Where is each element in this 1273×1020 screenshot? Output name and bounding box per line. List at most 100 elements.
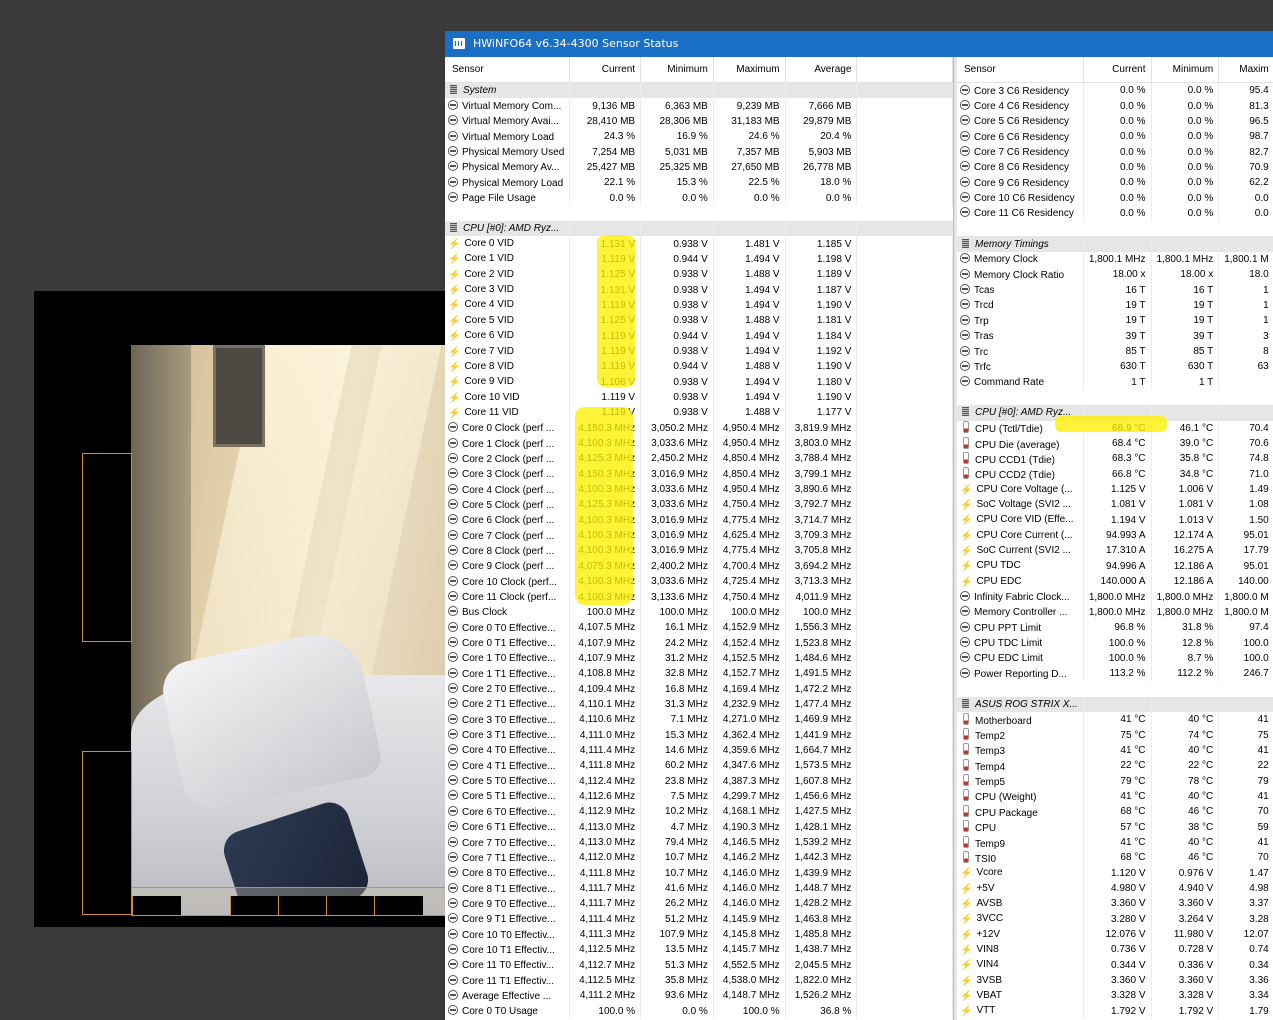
- sensor-row[interactable]: Temp9 41 °C 40 °C 41: [957, 834, 1273, 851]
- sensor-row[interactable]: CPU Package 68 °C 46 °C 70: [957, 804, 1273, 820]
- sensor-row[interactable]: Core 10 T1 Effectiv... 4,112.5 MHz 13.5 MH…: [445, 942, 953, 958]
- title-bar[interactable]: HWiNFO64 v6.34-4300 Sensor Status: [445, 31, 1273, 57]
- sensor-row[interactable]: Tcas 16 T 16 T1: [957, 282, 1273, 298]
- sensor-row[interactable]: Physical Memory Load 22.1 % 15.3 % 22.5 % 18…: [445, 175, 953, 191]
- sensor-row[interactable]: Tras 39 T 39 T3: [957, 328, 1273, 344]
- sensor-row[interactable]: ⚡ Vcore 1.120 V 0.976 V 1.47: [957, 865, 1273, 881]
- sensor-row[interactable]: ⚡Core 6 VID1.119 V0.944 V1.494 V1.184 V: [445, 328, 953, 344]
- sensor-row[interactable]: CPU 57 °C 38 °C 59: [957, 819, 1273, 835]
- sensor-row[interactable]: Core 8 Clock (perf ...4,100.3 MHz3,016.9…: [445, 543, 953, 559]
- sensor-group-row[interactable]: Memory Timings: [957, 236, 1273, 252]
- sensor-row[interactable]: ⚡ CPU TDC 94.996 A 12.186 A 95.01: [957, 558, 1273, 574]
- sensor-row[interactable]: Core 9 T1 Effective... 4,111.4 MHz 51.2 MH…: [445, 911, 953, 927]
- sensor-row[interactable]: Temp5 79 °C 78 °C 79: [957, 773, 1273, 789]
- sensor-pane-left[interactable]: Sensor Current Minimum Maximum Average S…: [445, 57, 953, 1020]
- sensor-row[interactable]: Bus Clock 100.0 MHz 100.0 MHz 100.0 MHz 100.…: [445, 604, 953, 621]
- sensor-row[interactable]: Core 8 C6 Residency 0.0 % 0.0 % 70.9: [957, 159, 1273, 176]
- sensor-row[interactable]: Core 9 Clock (perf ...4,075.3 MHz2,400.2…: [445, 558, 953, 574]
- sensor-row[interactable]: Core 10 C6 Residency 0.0 % 0.0 % 0.0: [957, 190, 1273, 206]
- sensor-row[interactable]: ⚡ Core 10 VID 1.119 V 0.938 V 1.494 V 1.190 V: [445, 389, 953, 406]
- sensor-row[interactable]: Core 3 T1 Effective... 4,111.0 MHz 15.3 MH…: [445, 727, 953, 743]
- column-header-sensor[interactable]: Sensor: [445, 57, 571, 83]
- sensor-row[interactable]: Page File Usage 0.0 % 0.0 % 0.0 % 0.0 %: [445, 190, 953, 206]
- sensor-row[interactable]: CPU PPT Limit 96.8 % 31.8 % 97.4: [957, 620, 1273, 636]
- sensor-row[interactable]: Temp4 22 °C 22 °C 22: [957, 758, 1273, 774]
- sensor-row[interactable]: Core 10 Clock (perf...4,100.3 MHz3,033.6…: [445, 574, 953, 590]
- sensor-row[interactable]: ⚡Core 5 VID1.125 V0.938 V1.488 V1.181 V: [445, 313, 953, 329]
- sensor-row[interactable]: Core 0 T0 Usage 100.0 % 0.0 % 100.0 % 36.8 %: [445, 1003, 953, 1019]
- sensor-row[interactable]: Core 0 Clock (perf ...4,150.3 MHz3,050.2…: [445, 420, 953, 436]
- sensor-row[interactable]: CPU EDC Limit 100.0 % 8.7 % 100.0: [957, 650, 1273, 667]
- sensor-row[interactable]: Trc 85 T 85 T8: [957, 343, 1273, 360]
- sensor-row[interactable]: Trcd 19 T 19 T1: [957, 297, 1273, 314]
- sensor-row[interactable]: Core 11 Clock (perf...4,100.3 MHz3,133.6…: [445, 589, 953, 605]
- sensor-row[interactable]: ⚡Core 11 VID1.119 V0.938 V1.488 V1.177 V: [445, 405, 953, 421]
- sensor-row[interactable]: ⚡ VBAT 3.328 V 3.328 V 3.34: [957, 988, 1273, 1004]
- sensor-row[interactable]: Core 6 C6 Residency 0.0 % 0.0 % 98.7: [957, 129, 1273, 145]
- column-header-average[interactable]: Average: [785, 57, 858, 83]
- sensor-pane-right[interactable]: Sensor Current Minimum Maxim Core 3 C6 R…: [957, 57, 1273, 1020]
- sensor-row[interactable]: Temp3 41 °C 40 °C 41: [957, 742, 1273, 759]
- sensor-row[interactable]: Virtual Memory Load 24.3 % 16.9 % 24.6 % 20.…: [445, 129, 953, 145]
- sensor-row[interactable]: Core 6 T0 Effective... 4,112.9 MHz 10.2 MH…: [445, 804, 953, 820]
- sensor-row[interactable]: ⚡Core 9 VID1.106 V0.938 V1.494 V1.180 V: [445, 374, 953, 390]
- sensor-row[interactable]: ⚡ CPU Core Voltage (... 1.125 V 1.006 V 1.49: [957, 481, 1273, 498]
- sensor-row[interactable]: TSI0 68 °C 46 °C 70: [957, 850, 1273, 866]
- sensor-row[interactable]: ⚡Core 7 VID1.119 V0.938 V1.494 V1.192 V: [445, 343, 953, 360]
- sensor-row[interactable]: Temp2 75 °C 74 °C 75: [957, 727, 1273, 743]
- sensor-row[interactable]: Virtual Memory Com... 9,136 MB 6,363 MB 9,2…: [445, 98, 953, 114]
- sensor-row[interactable]: Core 11 C6 Residency 0.0 % 0.0 % 0.0: [957, 205, 1273, 222]
- column-header-minimum[interactable]: Minimum: [640, 57, 714, 83]
- sensor-row[interactable]: Motherboard 41 °C 40 °C 41: [957, 712, 1273, 728]
- sensor-row[interactable]: Core 0 T0 Effective... 4,107.5 MHz 16.1 MH…: [445, 620, 953, 636]
- sensor-row[interactable]: Core 3 Clock (perf ...4,150.3 MHz3,016.9…: [445, 466, 953, 482]
- sensor-row[interactable]: Core 8 T1 Effective... 4,111.7 MHz 41.6 MH…: [445, 880, 953, 897]
- sensor-row[interactable]: Core 1 T0 Effective... 4,107.9 MHz 31.2 MH…: [445, 650, 953, 667]
- sensor-row[interactable]: Memory Clock Ratio 18.00 x 18.00 x 18.0: [957, 267, 1273, 283]
- column-header-maximum[interactable]: Maxim: [1218, 57, 1273, 83]
- sensor-row[interactable]: Power Reporting D... 113.2 % 112.2 % 246.7: [957, 666, 1273, 682]
- sensor-row[interactable]: ⚡ VIN4 0.344 V 0.336 V 0.34: [957, 957, 1273, 973]
- sensor-row[interactable]: Core 5 T1 Effective... 4,112.6 MHz 7.5 MHz…: [445, 788, 953, 805]
- sensor-row[interactable]: Core 11 T0 Effectiv... 4,112.7 MHz 51.3 MH…: [445, 957, 953, 973]
- sensor-row[interactable]: Trfc 630 T 630 T 63: [957, 359, 1273, 375]
- column-header-maximum[interactable]: Maximum: [713, 57, 786, 83]
- sensor-row[interactable]: ⚡ 3VSB 3.360 V 3.360 V 3.36: [957, 972, 1273, 989]
- sensor-row[interactable]: ⚡ VTT 1.792 V 1.792 V 1.79: [957, 1003, 1273, 1019]
- sensor-row[interactable]: Core 7 C6 Residency 0.0 % 0.0 % 82.7: [957, 144, 1273, 160]
- sensor-row[interactable]: Core 3 C6 Residency 0.0 % 0.0 % 95.4: [957, 82, 1273, 99]
- sensor-row[interactable]: ⚡ +5V 4.980 V 4.940 V 4.98: [957, 880, 1273, 897]
- sensor-row[interactable]: Average Effective ... 4,111.2 MHz 93.6 MHz…: [445, 988, 953, 1004]
- sensor-row[interactable]: Core 7 T0 Effective... 4,113.0 MHz 79.4 MH…: [445, 834, 953, 851]
- sensor-row[interactable]: ⚡Core 1 VID1.119 V0.944 V1.494 V1.198 V: [445, 251, 953, 268]
- sensor-row[interactable]: Trp 19 T 19 T1: [957, 313, 1273, 329]
- sensor-row[interactable]: ⚡ AVSB 3.360 V 3.360 V 3.37: [957, 896, 1273, 912]
- sensor-row[interactable]: ⚡Core 0 VID1.131 V0.938 V1.481 V1.185 V: [445, 236, 953, 252]
- sensor-row[interactable]: Core 1 T1 Effective... 4,108.8 MHz 32.8 MH…: [445, 666, 953, 682]
- sensor-row[interactable]: Memory Clock 1,800.1 MHz 1,800.1 MHz 1,800.…: [957, 251, 1273, 268]
- sensor-row[interactable]: Core 1 Clock (perf ...4,100.3 MHz3,033.6…: [445, 435, 953, 452]
- sensor-row[interactable]: Core 10 T0 Effectiv... 4,111.3 MHz 107.9 M…: [445, 926, 953, 943]
- sensor-row[interactable]: ⚡ +12V 12.076 V 11.980 V 12.07: [957, 926, 1273, 943]
- column-header-current[interactable]: Current: [569, 57, 642, 83]
- sensor-row[interactable]: Virtual Memory Avai... 28,410 MB 28,306 MB…: [445, 113, 953, 130]
- sensor-row[interactable]: Core 4 Clock (perf ...4,100.3 MHz3,033.6…: [445, 481, 953, 498]
- sensor-row[interactable]: Core 4 C6 Residency 0.0 % 0.0 % 81.3: [957, 98, 1273, 114]
- sensor-row[interactable]: ⚡ CPU Core Current (... 94.993 A 12.174 A 95…: [957, 527, 1273, 544]
- sensor-group-row[interactable]: CPU [#0]: AMD Ryz...: [445, 221, 953, 237]
- sensor-row[interactable]: CPU CCD1 (Tdie) 68.3 °C 35.8 °C 74.8: [957, 451, 1273, 467]
- sensor-row[interactable]: ⚡Core 4 VID1.119 V0.938 V1.494 V1.190 V: [445, 297, 953, 314]
- sensor-row[interactable]: ⚡ 3VCC 3.280 V 3.264 V 3.28: [957, 911, 1273, 927]
- sensor-row[interactable]: ⚡Core 3 VID1.131 V0.938 V1.494 V1.187 V: [445, 282, 953, 298]
- sensor-row[interactable]: Core 7 T1 Effective... 4,112.0 MHz 10.7 MH…: [445, 850, 953, 866]
- sensor-row[interactable]: ⚡ SoC Current (SVI2 ... 17.310 A 16.275 A 17…: [957, 543, 1273, 559]
- sensor-row[interactable]: Core 2 Clock (perf ...4,125.3 MHz2,450.2…: [445, 451, 953, 467]
- sensor-row[interactable]: Physical Memory Av... 25,427 MB 25,325 MB 2…: [445, 159, 953, 176]
- sensor-group-row[interactable]: ASUS ROG STRIX X...: [957, 696, 1273, 713]
- sensor-row[interactable]: Core 9 T0 Effective... 4,111.7 MHz 26.2 MH…: [445, 896, 953, 912]
- column-header-current[interactable]: Current: [1083, 57, 1152, 83]
- sensor-row[interactable]: ⚡ SoC Voltage (SVI2 ... 1.081 V 1.081 V 1.08: [957, 497, 1273, 513]
- sensor-row[interactable]: Core 8 T0 Effective... 4,111.8 MHz 10.7 MH…: [445, 865, 953, 881]
- sensor-row[interactable]: ⚡Core 8 VID1.119 V0.944 V1.488 V1.190 V: [445, 359, 953, 375]
- sensor-row[interactable]: Memory Controller ... 1,800.0 MHz 1,800.0 …: [957, 604, 1273, 621]
